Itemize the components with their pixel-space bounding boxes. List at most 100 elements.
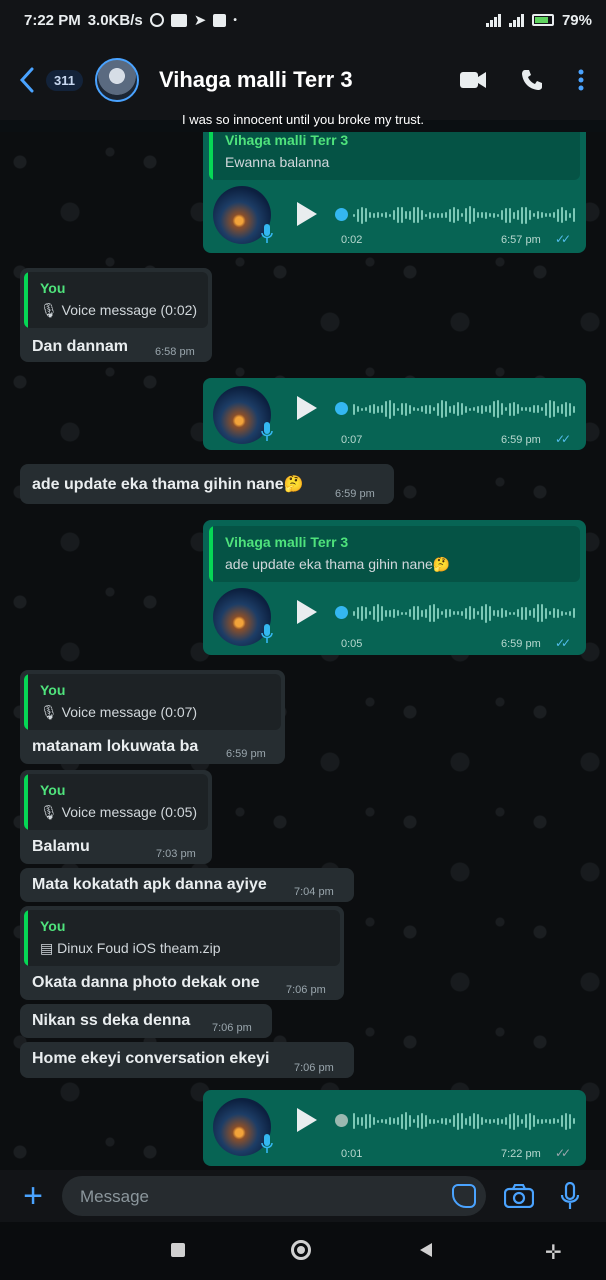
waveform-bar bbox=[497, 213, 499, 217]
waveform-bar bbox=[437, 1119, 439, 1123]
waveform-bar bbox=[437, 402, 439, 416]
waveform-bar bbox=[357, 406, 359, 412]
waveform-bar bbox=[537, 211, 539, 219]
delivered-ticks-icon: ✓✓ bbox=[555, 1146, 571, 1160]
voice-duration: 0:02 bbox=[341, 234, 363, 246]
waveform-bar bbox=[401, 1113, 403, 1129]
play-button[interactable] bbox=[297, 1108, 317, 1132]
message-bubble[interactable]: Vihaga malli Terr 3 ade update eka thama… bbox=[203, 520, 586, 655]
sticker-icon[interactable] bbox=[452, 1184, 476, 1208]
waveform-bar bbox=[405, 611, 407, 615]
waveform-bar bbox=[513, 611, 515, 615]
waveform-bar bbox=[425, 1115, 427, 1127]
seek-knob[interactable] bbox=[335, 208, 348, 221]
waveform-bar bbox=[529, 406, 531, 412]
waveform-bar bbox=[373, 212, 375, 218]
waveform-bar bbox=[537, 604, 539, 622]
chat-area[interactable]: Vihaga malli Terr 3 Ewanna balanna 0:02 … bbox=[0, 132, 606, 1170]
waveform-bar bbox=[429, 211, 431, 219]
recents-button[interactable] bbox=[171, 1243, 185, 1257]
message-bubble[interactable]: You 🎙 Voice message (0:07) matanam lokuw… bbox=[20, 670, 285, 764]
waveform[interactable] bbox=[353, 398, 575, 420]
message-bubble[interactable]: Mata kokatath apk danna ayiye 7:04 pm bbox=[20, 868, 354, 902]
quoted-message[interactable]: You 🎙 Voice message (0:05) bbox=[24, 774, 208, 830]
mic-icon[interactable] bbox=[560, 1182, 580, 1210]
message-time: 7:04 pm bbox=[294, 886, 334, 898]
quoted-message[interactable]: Vihaga malli Terr 3 ade update eka thama… bbox=[209, 526, 580, 582]
back-button[interactable] bbox=[420, 1243, 432, 1257]
message-time: 6:59 pm bbox=[501, 638, 541, 650]
message-bubble[interactable]: Nikan ss deka denna 7:06 pm bbox=[20, 1004, 272, 1038]
contact-name[interactable]: Vihaga malli Terr 3 bbox=[159, 67, 353, 93]
message-bubble[interactable]: You 🎙 Voice message (0:02) Dan dannam 6:… bbox=[20, 268, 212, 362]
waveform-bar bbox=[537, 1118, 539, 1124]
message-bubble[interactable]: 0:07 6:59 pm ✓✓ bbox=[203, 378, 586, 450]
waveform-bar bbox=[493, 212, 495, 218]
message-bubble[interactable]: Vihaga malli Terr 3 Ewanna balanna 0:02 … bbox=[203, 132, 586, 253]
waveform-bar bbox=[565, 1112, 567, 1130]
message-bubble[interactable]: You ▤ Dinux Foud iOS theam.zip Okata dan… bbox=[20, 906, 344, 1000]
play-button[interactable] bbox=[297, 202, 317, 226]
waveform-bar bbox=[557, 608, 559, 618]
waveform-bar bbox=[433, 212, 435, 218]
waveform-bar bbox=[393, 1118, 395, 1124]
waveform[interactable] bbox=[353, 1110, 575, 1132]
waveform-bar bbox=[545, 1119, 547, 1123]
waveform[interactable] bbox=[353, 204, 575, 226]
avatar[interactable] bbox=[94, 58, 139, 102]
quoted-message[interactable]: You 🎙 Voice message (0:07) bbox=[24, 674, 281, 730]
waveform-bar bbox=[505, 207, 507, 223]
home-button[interactable] bbox=[291, 1240, 311, 1260]
mic-icon bbox=[261, 422, 273, 441]
waveform-bar bbox=[377, 1119, 379, 1123]
app-icon bbox=[213, 13, 227, 27]
waveform[interactable] bbox=[353, 602, 575, 624]
quoted-message[interactable]: You ▤ Dinux Foud iOS theam.zip bbox=[24, 910, 340, 966]
play-button[interactable] bbox=[297, 396, 317, 420]
waveform-bar bbox=[461, 213, 463, 217]
waveform-bar bbox=[353, 610, 355, 616]
waveform-bar bbox=[365, 208, 367, 222]
seek-knob[interactable] bbox=[335, 402, 348, 415]
phone-icon[interactable] bbox=[520, 68, 544, 92]
accessibility-icon[interactable]: ✛ bbox=[545, 1240, 562, 1265]
waveform-bar bbox=[377, 604, 379, 622]
seek-knob[interactable] bbox=[335, 1114, 348, 1127]
waveform-bar bbox=[453, 1115, 455, 1127]
more-icon[interactable] bbox=[578, 69, 584, 91]
message-bubble[interactable]: Home ekeyi conversation ekeyi 7:06 pm bbox=[20, 1042, 354, 1078]
quote-sender: Vihaga malli Terr 3 bbox=[225, 534, 349, 550]
message-bubble[interactable]: You 🎙 Voice message (0:05) Balamu 7:03 p… bbox=[20, 770, 212, 864]
dot-icon: • bbox=[233, 14, 237, 26]
back-icon[interactable] bbox=[14, 67, 40, 93]
waveform-bar bbox=[521, 1118, 523, 1124]
waveform-bar bbox=[465, 607, 467, 619]
message-input[interactable]: Message bbox=[80, 1187, 149, 1207]
video-call-icon[interactable] bbox=[460, 71, 486, 89]
message-time: 7:03 pm bbox=[156, 848, 196, 860]
waveform-bar bbox=[561, 610, 563, 616]
quoted-message[interactable]: You 🎙 Voice message (0:02) bbox=[24, 272, 208, 328]
quoted-message[interactable]: Vihaga malli Terr 3 Ewanna balanna bbox=[209, 132, 580, 180]
signal-2-icon bbox=[508, 13, 524, 27]
plus-icon[interactable]: + bbox=[18, 1179, 48, 1213]
quote-text-value: Dinux Foud iOS theam.zip bbox=[57, 940, 221, 956]
seek-knob[interactable] bbox=[335, 606, 348, 619]
waveform-bar bbox=[425, 404, 427, 414]
message-time: 7:22 pm bbox=[501, 1148, 541, 1160]
waveform-bar bbox=[505, 407, 507, 411]
message-bubble[interactable]: 0:01 7:22 pm ✓✓ bbox=[203, 1090, 586, 1166]
waveform-bar bbox=[397, 207, 399, 223]
message-text: Balamu bbox=[32, 838, 90, 855]
message-bubble[interactable]: ade update eka thama gihin nane🤔 6:59 pm bbox=[20, 464, 394, 504]
waveform-bar bbox=[441, 212, 443, 218]
waveform-bar bbox=[449, 208, 451, 222]
unread-badge[interactable]: 311 bbox=[46, 69, 83, 91]
waveform-bar bbox=[457, 209, 459, 221]
waveform-bar bbox=[381, 405, 383, 413]
waveform-bar bbox=[565, 401, 567, 417]
play-button[interactable] bbox=[297, 600, 317, 624]
message-field[interactable]: Message bbox=[62, 1176, 486, 1216]
waveform-bar bbox=[465, 405, 467, 413]
camera-icon[interactable] bbox=[504, 1184, 534, 1208]
